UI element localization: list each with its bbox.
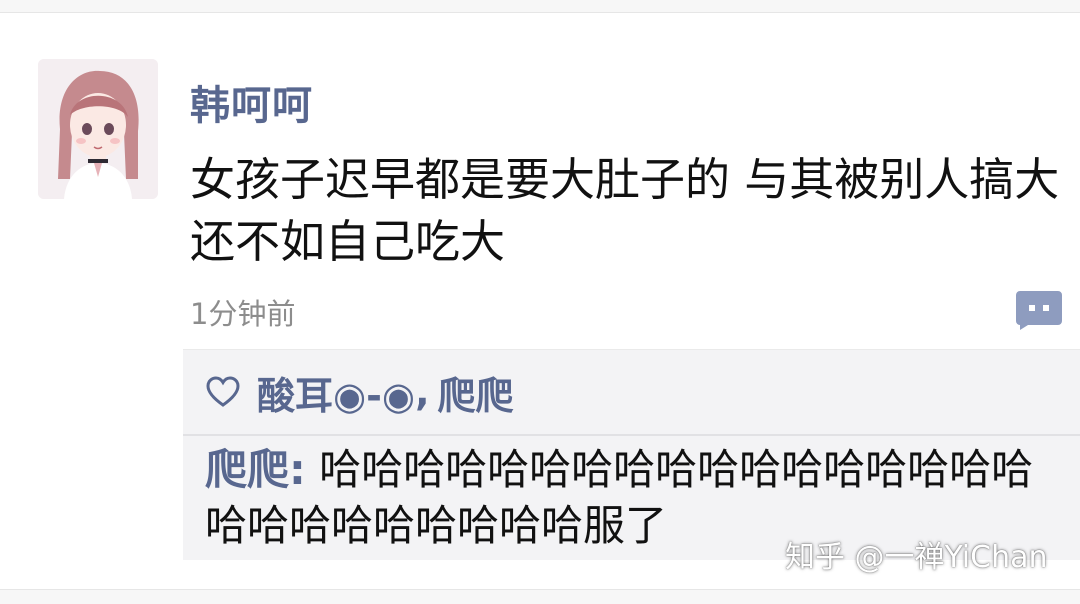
liker-name[interactable]: 爬爬 bbox=[438, 365, 514, 420]
comment-bubble-icon[interactable] bbox=[1014, 287, 1064, 331]
user-avatar[interactable] bbox=[38, 59, 158, 199]
comment-timestamp: 1分钟前 bbox=[190, 297, 296, 331]
comment-username[interactable]: 韩呵呵 bbox=[190, 73, 313, 131]
anime-girl-avatar-icon bbox=[38, 59, 158, 199]
likes-separator: , bbox=[415, 370, 430, 414]
comment-card: 韩呵呵 女孩子迟早都是要大肚子的 与其被别人搞大还不如自己吃大 1分钟前 酸耳◉… bbox=[0, 12, 1080, 590]
reply-colon: : bbox=[289, 445, 306, 494]
divider bbox=[183, 434, 1080, 436]
reply-section: 酸耳◉-◉ , 爬爬 爬爬: 哈哈哈哈哈哈哈哈哈哈哈哈哈哈哈哈哈哈哈哈哈哈哈哈哈… bbox=[183, 349, 1080, 560]
likes-row: 酸耳◉-◉ , 爬爬 bbox=[205, 360, 514, 424]
liker-name[interactable]: 酸耳◉-◉ bbox=[257, 365, 415, 420]
reply-author[interactable]: 爬爬 bbox=[205, 445, 289, 494]
watermark: 知乎 @一禅YiChan bbox=[785, 540, 1048, 575]
heart-icon[interactable] bbox=[205, 374, 241, 410]
comment-text: 女孩子迟早都是要大肚子的 与其被别人搞大还不如自己吃大 bbox=[190, 153, 1060, 268]
